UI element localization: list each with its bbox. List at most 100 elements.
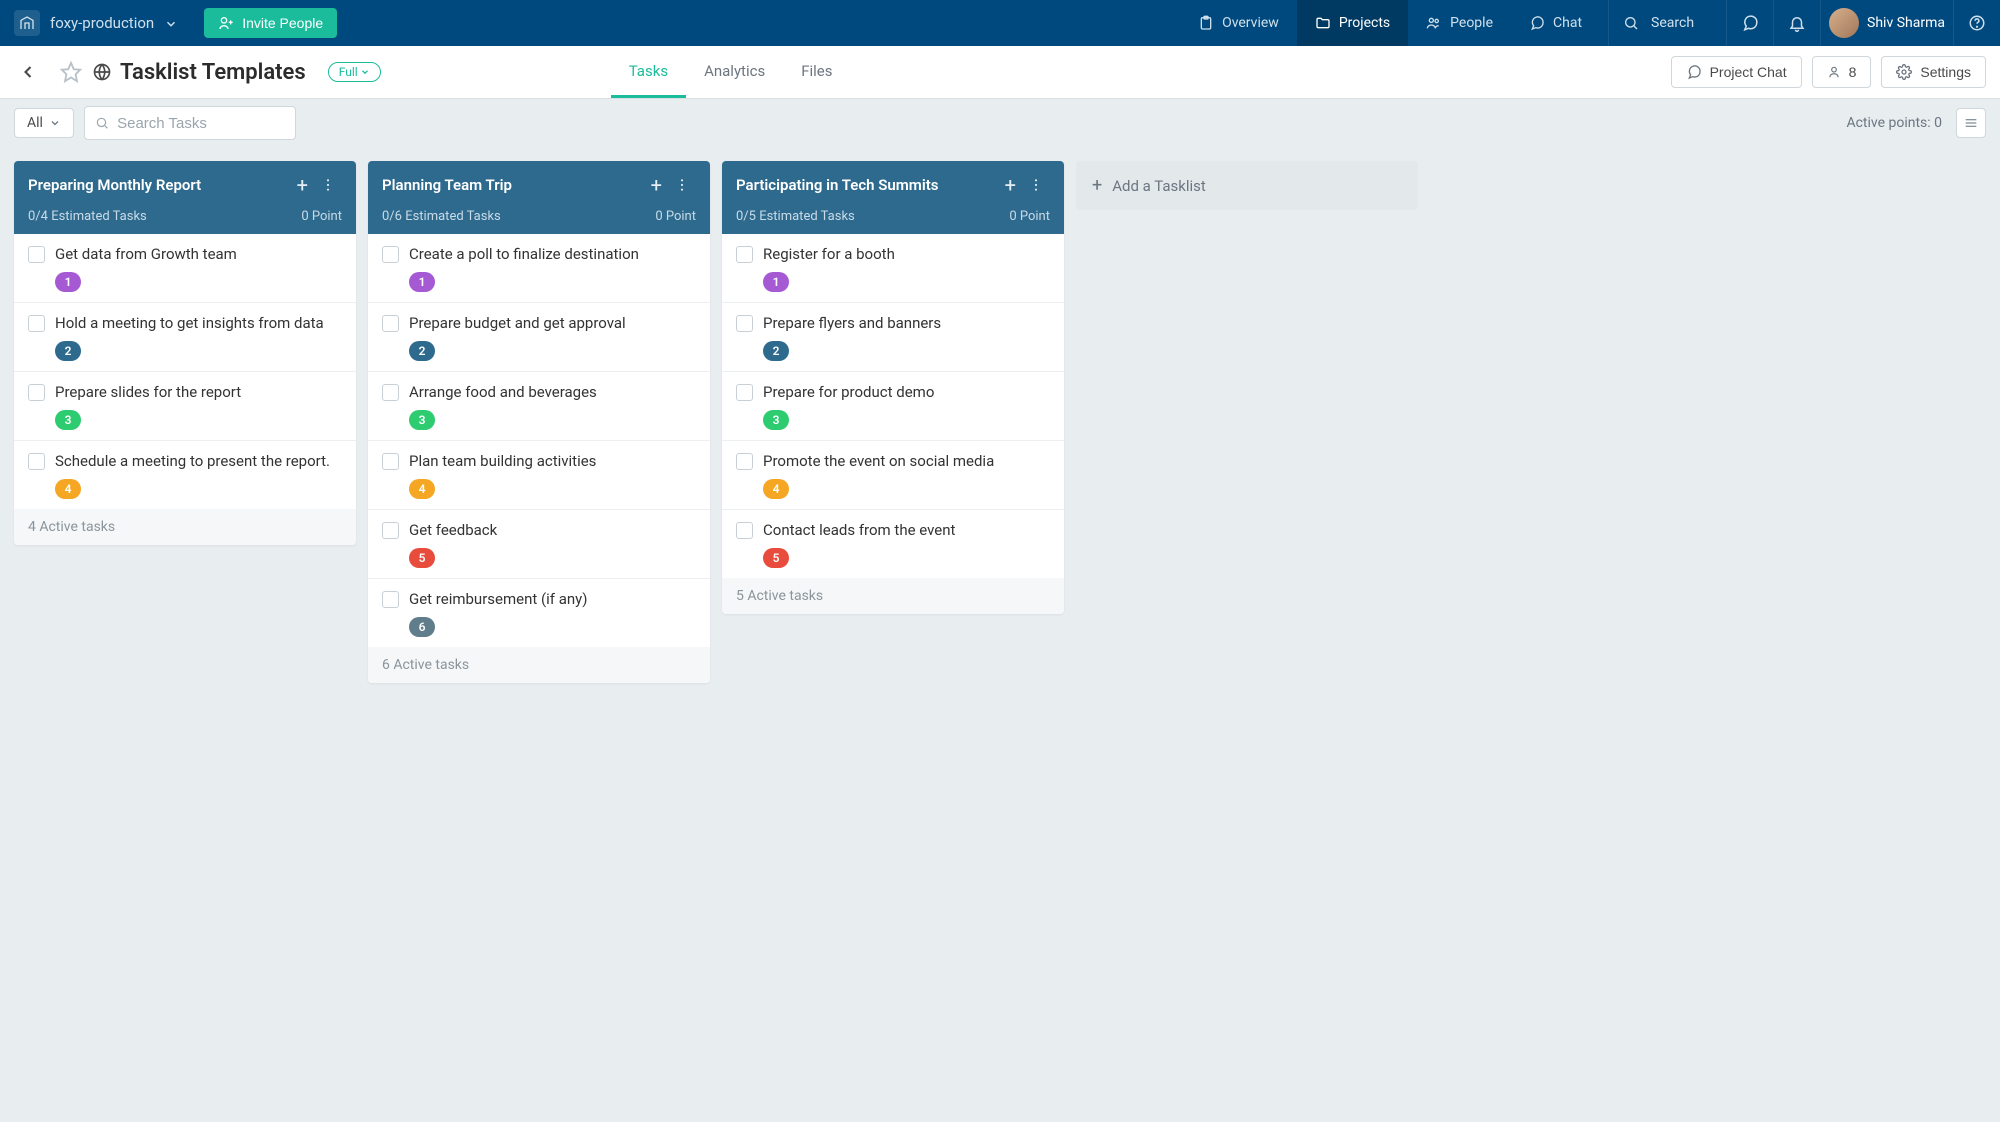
task-order-badge: 2 — [763, 341, 789, 361]
task-card[interactable]: Register for a booth 1 — [722, 234, 1064, 303]
points: 0 Point — [1009, 209, 1050, 224]
task-checkbox[interactable] — [28, 246, 45, 263]
tab-analytics[interactable]: Analytics — [686, 46, 783, 98]
task-card[interactable]: Prepare for product demo 3 — [722, 372, 1064, 441]
task-checkbox[interactable] — [382, 522, 399, 539]
task-checkbox[interactable] — [382, 453, 399, 470]
settings-button[interactable]: Settings — [1881, 56, 1986, 88]
bell-icon — [1788, 14, 1806, 32]
menu-icon — [1963, 115, 1979, 131]
task-card[interactable]: Get reimbursement (if any) 6 — [368, 579, 710, 647]
task-checkbox[interactable] — [382, 384, 399, 401]
task-card[interactable]: Hold a meeting to get insights from data… — [14, 303, 356, 372]
tasklist-menu-button[interactable] — [314, 173, 342, 197]
topbar-right: Search Shiv Sharma — [1608, 0, 2000, 46]
task-card[interactable]: Prepare flyers and banners 2 — [722, 303, 1064, 372]
task-order-badge: 2 — [55, 341, 81, 361]
board-options-button[interactable] — [1956, 108, 1986, 138]
task-card[interactable]: Plan team building activities 4 — [368, 441, 710, 510]
view-mode-label: Full — [339, 65, 358, 79]
task-order-badge: 1 — [409, 272, 435, 292]
tasklist: Planning Team Trip + 0/6 Estimated Tasks… — [368, 161, 710, 683]
task-card[interactable]: Schedule a meeting to present the report… — [14, 441, 356, 509]
tab-files[interactable]: Files — [783, 46, 850, 98]
task-checkbox[interactable] — [736, 522, 753, 539]
workspace-switcher[interactable]: foxy-production — [0, 10, 192, 36]
nav-chat[interactable]: Chat — [1511, 0, 1600, 46]
task-order-badge: 4 — [763, 479, 789, 499]
add-task-button[interactable]: + — [291, 171, 314, 199]
tasklist-title: Planning Team Trip — [382, 176, 645, 194]
tasklist-menu-button[interactable] — [668, 173, 696, 197]
task-checkbox[interactable] — [736, 384, 753, 401]
settings-label: Settings — [1920, 64, 1971, 80]
workspace-icon — [14, 10, 40, 36]
task-checkbox[interactable] — [382, 246, 399, 263]
task-card[interactable]: Create a poll to finalize destination 1 — [368, 234, 710, 303]
add-tasklist-button[interactable]: +Add a Tasklist — [1076, 161, 1418, 210]
task-card[interactable]: Get data from Growth team 1 — [14, 234, 356, 303]
tab-tasks[interactable]: Tasks — [611, 46, 686, 98]
task-card[interactable]: Promote the event on social media 4 — [722, 441, 1064, 510]
add-task-button[interactable]: + — [645, 171, 668, 199]
tasklist-header: Preparing Monthly Report + — [14, 161, 356, 209]
chat-icon — [1686, 64, 1702, 80]
estimated-tasks: 0/4 Estimated Tasks — [28, 209, 147, 224]
estimated-tasks: 0/6 Estimated Tasks — [382, 209, 501, 224]
task-title: Get feedback — [409, 520, 497, 541]
project-chat-button[interactable]: Project Chat — [1671, 56, 1802, 88]
task-checkbox[interactable] — [382, 315, 399, 332]
task-search-box[interactable] — [84, 106, 296, 140]
task-card[interactable]: Prepare budget and get approval 2 — [368, 303, 710, 372]
avatar — [1829, 8, 1859, 38]
project-members-button[interactable]: 8 — [1812, 56, 1872, 88]
tab-files-label: Files — [801, 62, 832, 80]
task-checkbox[interactable] — [382, 591, 399, 608]
nav-projects-label: Projects — [1339, 15, 1390, 31]
tasklist-footer: 4 Active tasks — [14, 509, 356, 545]
messages-button[interactable] — [1726, 0, 1773, 46]
filter-bar: All Active points: 0 — [0, 99, 2000, 147]
filter-all-dropdown[interactable]: All — [14, 108, 74, 138]
task-checkbox[interactable] — [28, 315, 45, 332]
task-checkbox[interactable] — [28, 453, 45, 470]
task-order-badge: 5 — [763, 548, 789, 568]
people-icon — [1426, 15, 1442, 31]
task-card[interactable]: Contact leads from the event 5 — [722, 510, 1064, 578]
task-checkbox[interactable] — [28, 384, 45, 401]
task-card[interactable]: Arrange food and beverages 3 — [368, 372, 710, 441]
task-checkbox[interactable] — [736, 453, 753, 470]
task-title: Get reimbursement (if any) — [409, 589, 587, 610]
task-search-input[interactable] — [117, 115, 285, 132]
task-card[interactable]: Get feedback 5 — [368, 510, 710, 579]
task-checkbox[interactable] — [736, 246, 753, 263]
folder-icon — [1315, 15, 1331, 31]
task-checkbox[interactable] — [736, 315, 753, 332]
task-title: Contact leads from the event — [763, 520, 955, 541]
tasklist-menu-button[interactable] — [1022, 173, 1050, 197]
back-button[interactable] — [14, 58, 42, 86]
add-task-button[interactable]: + — [999, 171, 1022, 199]
help-button[interactable] — [1953, 0, 2000, 46]
tasklist-subheader: 0/6 Estimated Tasks 0 Point — [368, 209, 710, 234]
gear-icon — [1896, 64, 1912, 80]
task-card[interactable]: Prepare slides for the report 3 — [14, 372, 356, 441]
view-mode-pill[interactable]: Full — [328, 62, 381, 82]
project-title: Tasklist Templates — [120, 60, 306, 85]
global-search[interactable]: Search — [1608, 0, 1726, 46]
project-chat-label: Project Chat — [1710, 64, 1787, 80]
nav-people[interactable]: People — [1408, 0, 1511, 46]
favorite-button[interactable] — [60, 61, 82, 83]
tasklist-board: Preparing Monthly Report + 0/4 Estimated… — [0, 147, 2000, 697]
add-tasklist-label: Add a Tasklist — [1112, 177, 1206, 195]
nav-overview[interactable]: Overview — [1180, 0, 1297, 46]
invite-people-button[interactable]: Invite People — [204, 8, 337, 38]
task-title: Prepare for product demo — [763, 382, 934, 403]
notifications-button[interactable] — [1773, 0, 1820, 46]
nav-projects[interactable]: Projects — [1297, 0, 1408, 46]
chat-icon — [1529, 15, 1545, 31]
invite-label: Invite People — [242, 15, 323, 31]
user-menu[interactable]: Shiv Sharma — [1820, 0, 1953, 46]
chevron-left-icon — [18, 62, 38, 82]
task-order-badge: 1 — [763, 272, 789, 292]
